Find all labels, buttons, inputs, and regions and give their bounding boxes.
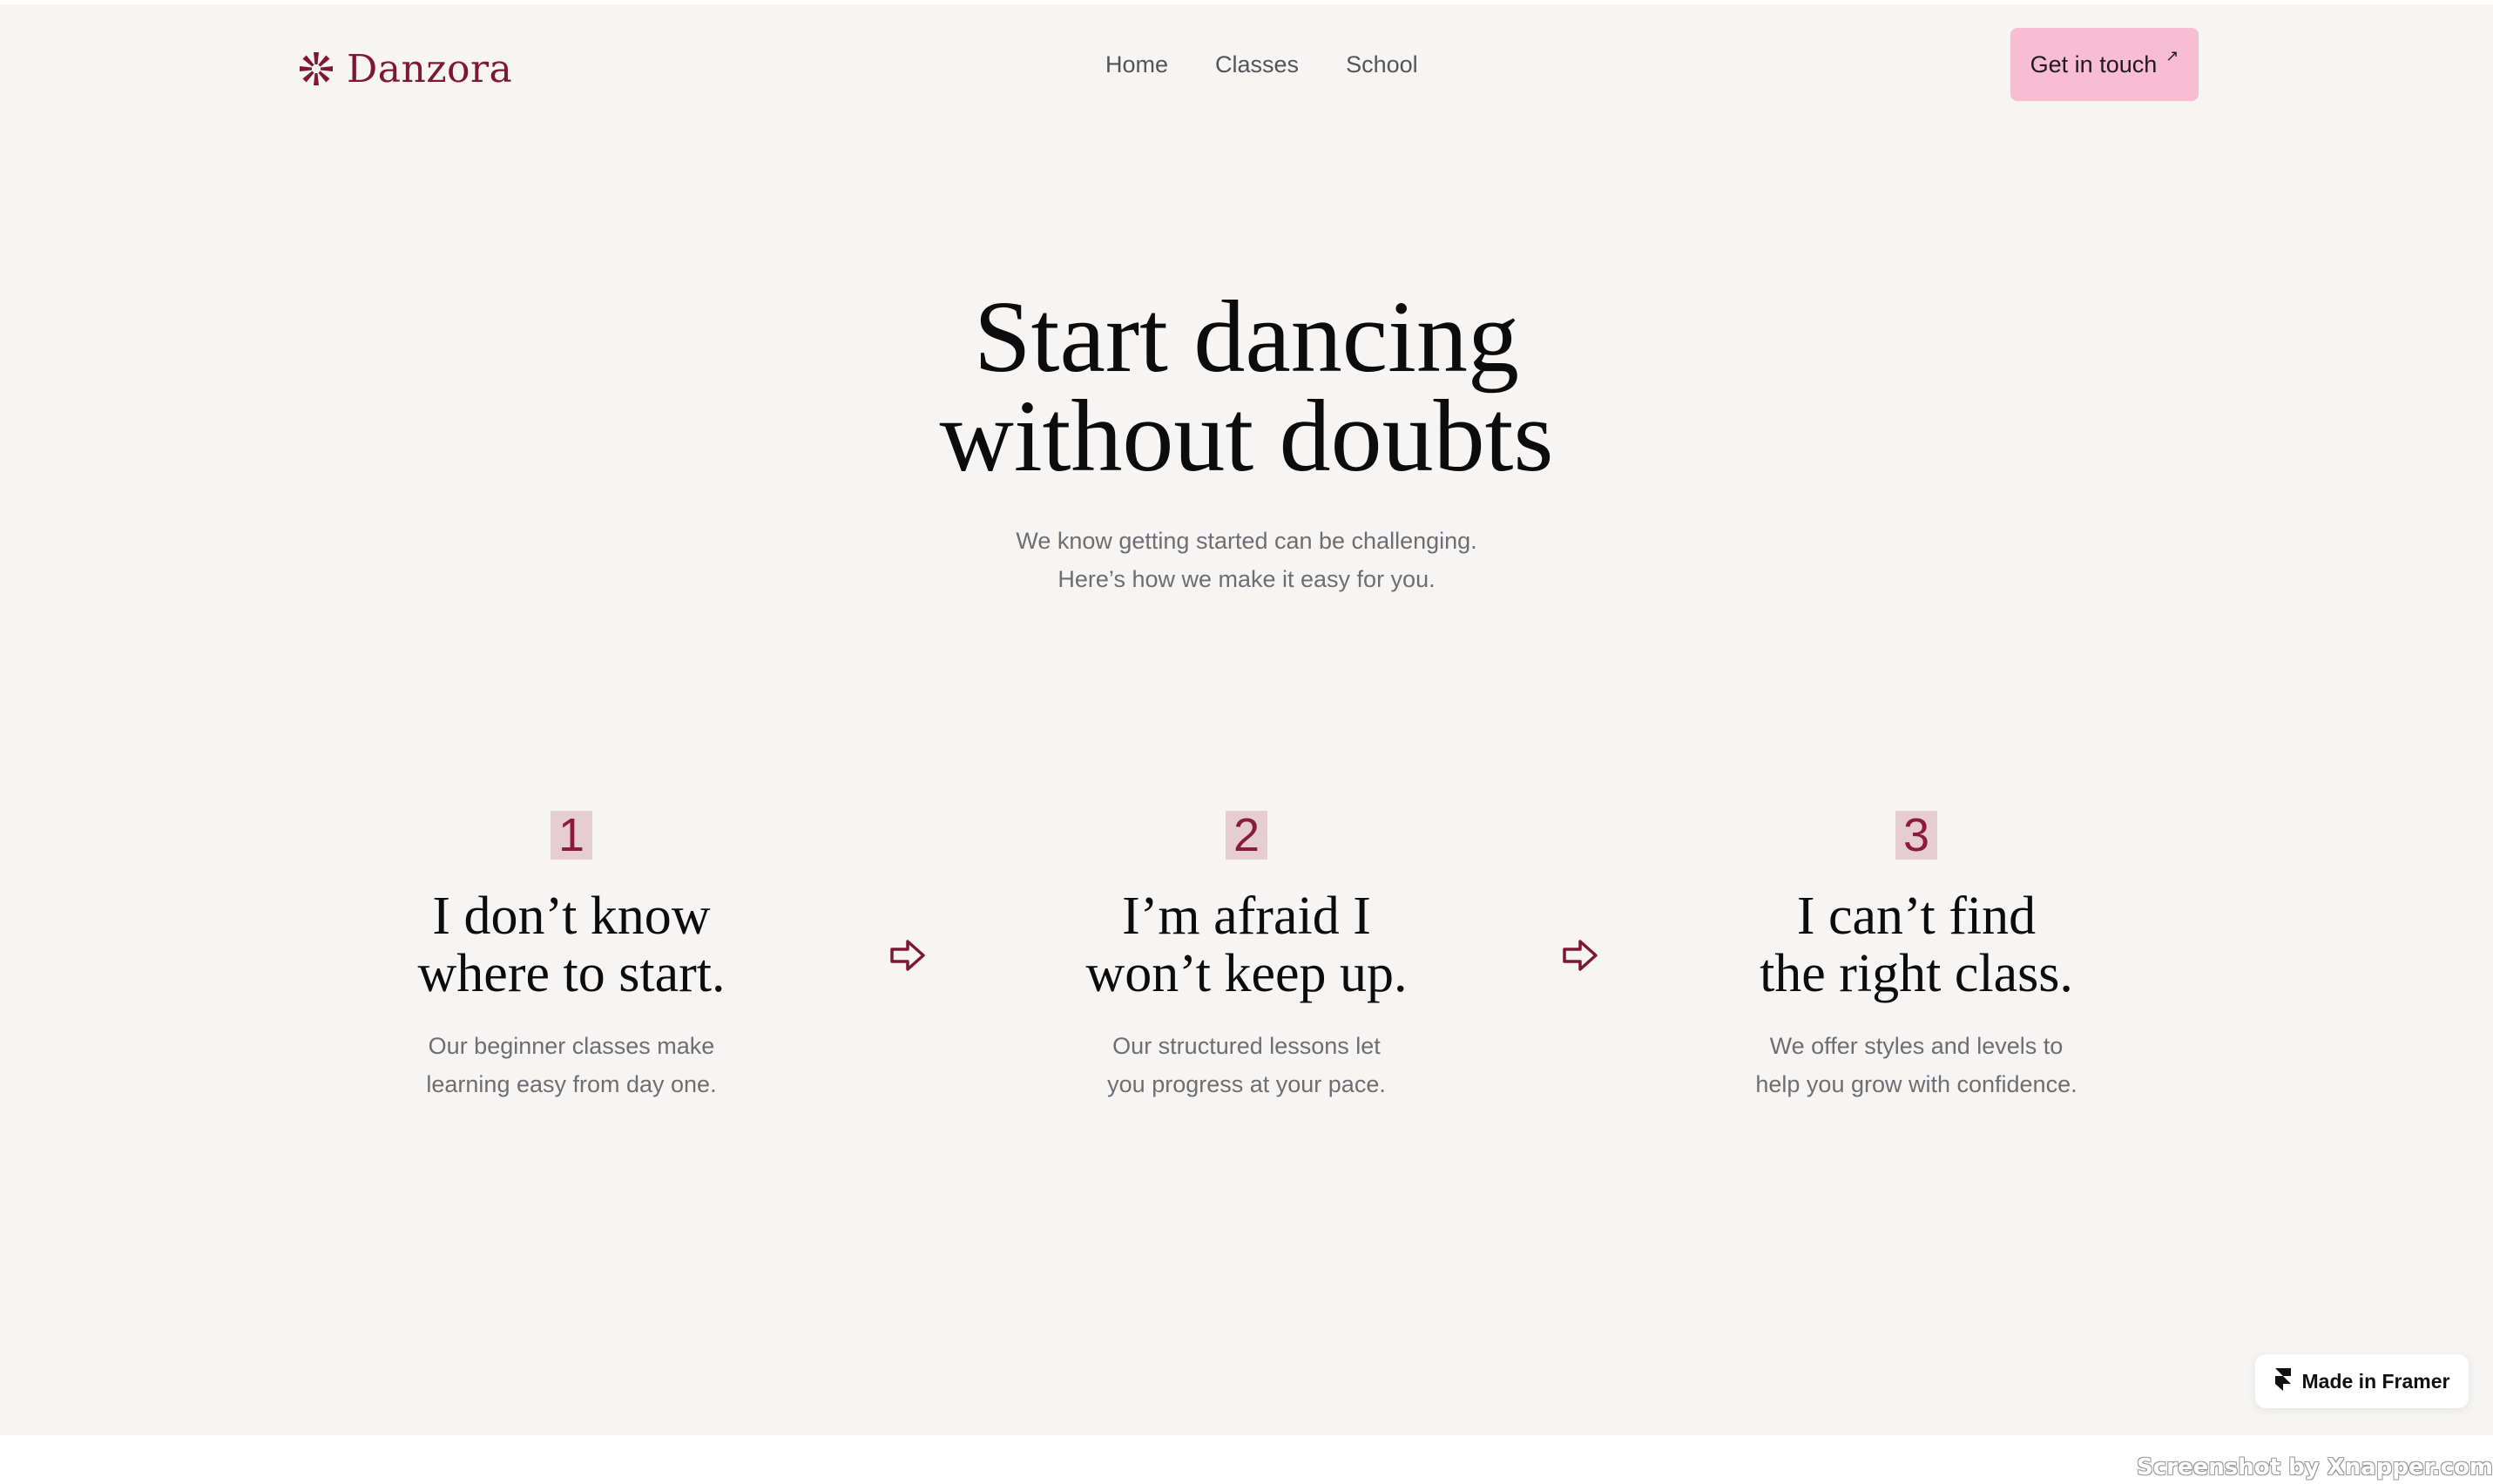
step-title-line: I don’t know (432, 887, 711, 946)
get-in-touch-button[interactable]: Get in touch ↗ (2010, 28, 2199, 101)
nav-link-home[interactable]: Home (1105, 51, 1168, 78)
step-title-line: won’t keep up. (1085, 944, 1408, 1003)
page: Danzora Home Classes School Get in touch… (0, 4, 2493, 1435)
step-description-line: you progress at your pace. (1107, 1071, 1386, 1097)
step-description-line: We offer styles and levels to (1769, 1033, 2064, 1059)
hero-subtitle-line-2: Here’s how we make it easy for you. (1057, 566, 1436, 592)
step-description-line: Our beginner classes make (428, 1033, 715, 1059)
step-title-line: where to start. (417, 944, 726, 1003)
step-title-line: I’m afraid I (1122, 887, 1371, 946)
get-in-touch-label: Get in touch (2030, 51, 2158, 78)
hero-title: Start dancing without doubts (0, 280, 2493, 493)
step-card-2: 2 I’m afraid I won’t keep up. Our struct… (1003, 811, 1490, 1103)
step-number: 2 (1226, 811, 1267, 860)
step-description: We offer styles and levels to help you g… (1672, 1027, 2160, 1103)
hero-title-line-1: Start dancing (974, 280, 1519, 394)
framer-logo-icon (2274, 1367, 2292, 1395)
nav-link-school[interactable]: School (1346, 51, 1418, 78)
nav-link-classes[interactable]: Classes (1215, 51, 1299, 78)
hero-subtitle: We know getting started can be challengi… (0, 522, 2493, 598)
screenshot-watermark: Screenshot by Xnapper.com (2137, 1454, 2493, 1481)
logo[interactable]: Danzora (298, 43, 512, 95)
arrow-up-right-icon: ↗ (2165, 46, 2179, 65)
arrow-right-outline-icon (1561, 936, 1599, 975)
main-nav: Home Classes School (1105, 51, 1418, 78)
step-card-3: 3 I can’t find the right class. We offer… (1672, 811, 2160, 1103)
step-title: I can’t find the right class. (1672, 887, 2160, 1002)
arrow-right-outline-icon (888, 936, 927, 975)
made-in-framer-badge[interactable]: Made in Framer (2255, 1354, 2469, 1408)
step-title: I’m afraid I won’t keep up. (1003, 887, 1490, 1002)
logo-text: Danzora (347, 46, 513, 91)
step-description: Our structured lessons let you progress … (1003, 1027, 1490, 1103)
step-title: I don’t know where to start. (328, 887, 815, 1002)
made-in-framer-label: Made in Framer (2301, 1369, 2450, 1393)
step-description: Our beginner classes make learning easy … (328, 1027, 815, 1103)
hero-title-line-2: without doubts (939, 379, 1554, 493)
hero-subtitle-line-1: We know getting started can be challengi… (1016, 528, 1477, 554)
step-card-1: 1 I don’t know where to start. Our begin… (328, 811, 815, 1103)
step-description-line: learning easy from day one. (426, 1071, 717, 1097)
step-description-line: Our structured lessons let (1112, 1033, 1381, 1059)
step-description-line: help you grow with confidence. (1755, 1071, 2078, 1097)
asterisk-flower-icon (298, 51, 334, 87)
step-title-line: the right class. (1760, 944, 2073, 1003)
step-number: 3 (1895, 811, 1937, 860)
step-number: 1 (551, 811, 592, 860)
step-title-line: I can’t find (1796, 887, 2037, 946)
